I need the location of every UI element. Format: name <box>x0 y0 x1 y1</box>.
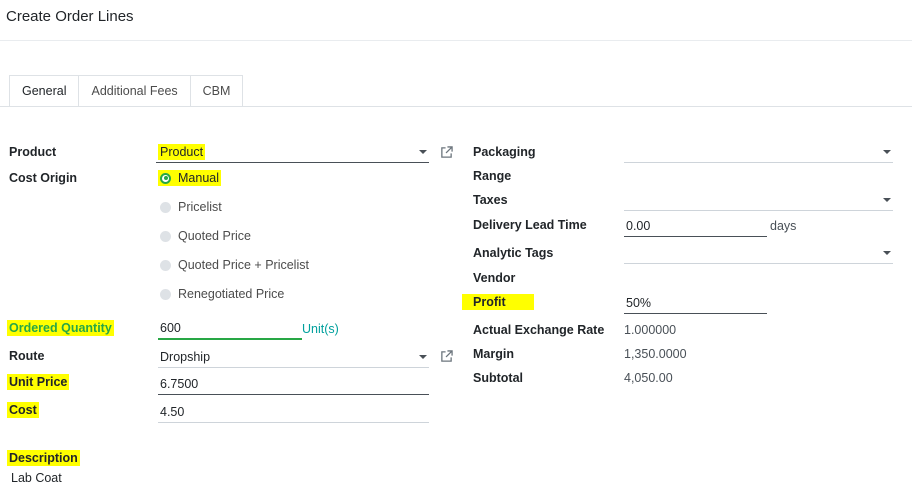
subtotal-value: 4,050.00 <box>624 371 673 385</box>
chevron-down-icon <box>883 197 891 202</box>
cost-value: 4.50 <box>160 404 185 419</box>
vendor-label: Vendor <box>473 271 516 285</box>
ordered-quantity-input[interactable]: 600 <box>158 318 302 340</box>
actual-exchange-rate-label: Actual Exchange Rate <box>473 323 605 337</box>
chevron-down-icon <box>419 354 427 359</box>
title-divider <box>0 40 912 41</box>
packaging-select[interactable] <box>624 141 893 163</box>
external-link-icon[interactable] <box>440 146 453 159</box>
delivery-lead-time-input[interactable]: 0.00 <box>624 215 767 237</box>
margin-value: 1,350.0000 <box>624 347 687 361</box>
delivery-lead-time-value: 0.00 <box>626 218 651 233</box>
delivery-lead-time-unit: days <box>770 219 797 233</box>
ordered-quantity-value: 600 <box>160 321 181 335</box>
tab-general[interactable]: General <box>9 75 80 107</box>
product-label: Product <box>9 145 57 159</box>
product-value: Product <box>158 143 206 160</box>
unit-price-input[interactable]: 6.7500 <box>158 373 429 395</box>
analytic-tags-label: Analytic Tags <box>473 246 554 260</box>
radio-unchecked-icon <box>160 201 171 213</box>
tab-additional-fees[interactable]: Additional Fees <box>79 75 191 107</box>
dialog-title: Create Order Lines <box>6 8 134 25</box>
route-label: Route <box>9 349 45 363</box>
ordered-quantity-label: Ordered Quantity <box>7 320 114 336</box>
taxes-label: Taxes <box>473 193 508 207</box>
chevron-down-icon <box>419 149 427 154</box>
radio-renegotiated-price[interactable]: Renegotiated Price <box>160 287 284 301</box>
radio-pricelist-label: Pricelist <box>178 200 222 214</box>
route-select[interactable]: Dropship <box>158 346 429 368</box>
radio-quoted-price-pricelist-label: Quoted Price + Pricelist <box>178 258 309 272</box>
quantity-unit[interactable]: Unit(s) <box>302 322 339 336</box>
analytic-tags-select[interactable] <box>624 242 893 264</box>
radio-pricelist[interactable]: Pricelist <box>160 200 222 214</box>
tab-bar: General Additional Fees CBM <box>9 75 244 107</box>
radio-quoted-price-label: Quoted Price <box>178 229 251 243</box>
unit-price-value: 6.7500 <box>160 376 199 391</box>
radio-unchecked-icon <box>160 230 171 242</box>
description-label: Description <box>7 450 80 466</box>
radio-manual[interactable]: Manual <box>158 170 221 186</box>
radio-checked-icon <box>160 172 171 184</box>
external-link-icon[interactable] <box>440 350 453 363</box>
profit-input[interactable]: 50% <box>624 292 767 314</box>
tabs-divider <box>0 106 912 107</box>
radio-renegotiated-price-label: Renegotiated Price <box>178 287 285 301</box>
margin-label: Margin <box>473 347 514 361</box>
profit-value: 50% <box>626 295 652 310</box>
cost-label: Cost <box>7 402 39 418</box>
delivery-lead-time-label: Delivery Lead Time <box>473 218 587 232</box>
route-value: Dropship <box>160 349 211 364</box>
actual-exchange-rate-value: 1.000000 <box>624 323 677 337</box>
range-label: Range <box>473 169 512 183</box>
radio-quoted-price[interactable]: Quoted Price <box>160 229 251 243</box>
cost-origin-label: Cost Origin <box>9 171 78 185</box>
chevron-down-icon <box>883 149 891 154</box>
packaging-label: Packaging <box>473 145 536 159</box>
unit-price-label: Unit Price <box>7 374 70 390</box>
radio-unchecked-icon <box>160 288 171 300</box>
chevron-down-icon <box>883 250 891 255</box>
radio-manual-label: Manual <box>178 171 219 185</box>
tab-cbm[interactable]: CBM <box>190 75 244 107</box>
subtotal-label: Subtotal <box>473 371 523 385</box>
radio-quoted-price-pricelist[interactable]: Quoted Price + Pricelist <box>160 258 309 272</box>
taxes-select[interactable] <box>624 189 893 211</box>
product-select[interactable]: Product <box>156 141 429 163</box>
cost-input[interactable]: 4.50 <box>158 401 429 423</box>
radio-unchecked-icon <box>160 259 171 271</box>
profit-label: Profit <box>462 294 534 310</box>
description-text[interactable]: Lab Coat <box>11 471 62 485</box>
